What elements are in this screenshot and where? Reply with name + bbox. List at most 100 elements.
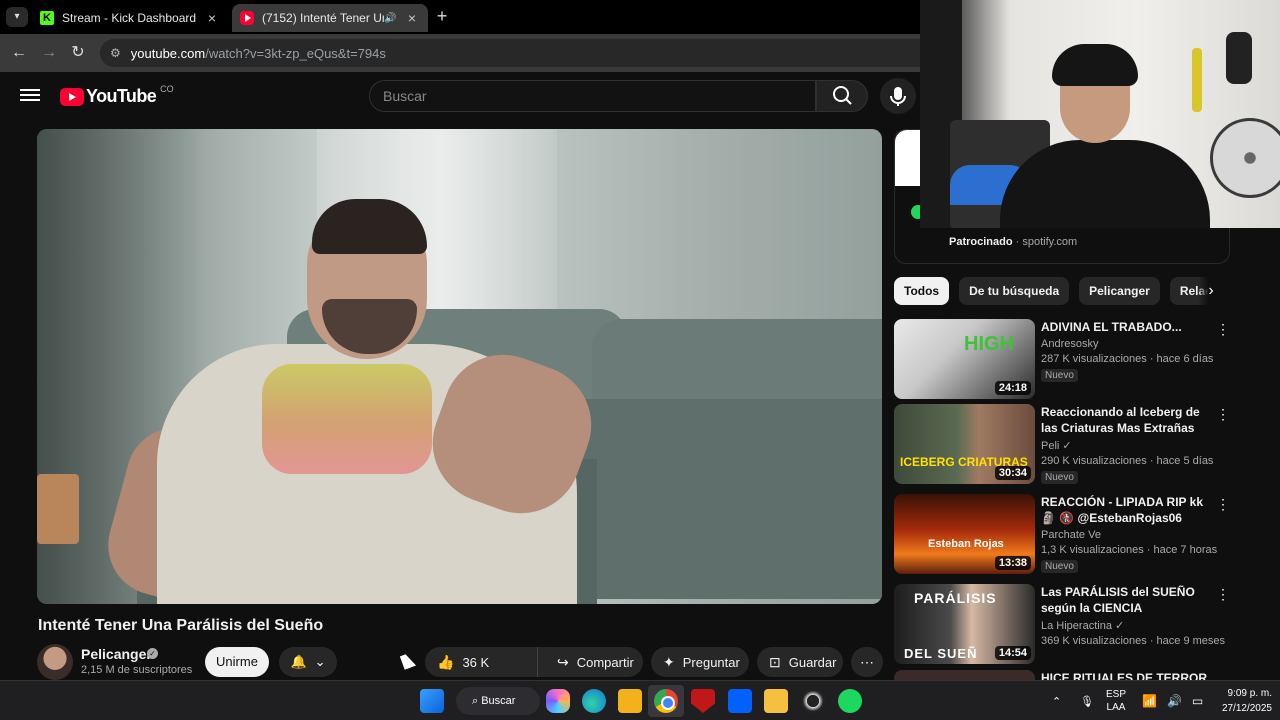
more-vertical-icon[interactable]: ⋮	[1216, 586, 1230, 603]
recommendation-channel[interactable]: Parchate Ve	[1041, 529, 1211, 541]
ad-sponsor-line: Patrocinado · spotify.com	[949, 236, 1078, 248]
recommendation-item[interactable]: HICE RITUALES DE TERROR A	[894, 670, 1230, 680]
like-button[interactable]: 👍 36 K	[425, 647, 537, 677]
reload-button[interactable]: ↻	[67, 42, 89, 64]
ask-button[interactable]: ✦ Preguntar	[651, 647, 749, 677]
video-frame-sofa	[567, 399, 882, 599]
join-button[interactable]: Unirme	[205, 647, 269, 677]
duration-badge: 30:34	[994, 466, 1031, 480]
chevron-up-icon[interactable]: ⌃	[1052, 681, 1061, 720]
file-explorer-icon[interactable]	[764, 689, 788, 713]
close-tab-icon[interactable]: ×	[204, 10, 220, 26]
mcafee-icon[interactable]	[691, 689, 715, 713]
thumbnail-text: DEL SUEÑ	[904, 646, 978, 661]
video-thumbnail[interactable]: ICEBERG CRIATURAS 30:34	[894, 404, 1035, 484]
search-icon	[833, 86, 852, 105]
recommendation-channel[interactable]: La Hiperactina ✓	[1041, 619, 1211, 632]
video-owner-row: Pelicanger ✓ 2,15 M de suscriptores Unir…	[37, 644, 883, 680]
sparkle-icon: ✦	[663, 653, 675, 670]
spotify-icon[interactable]	[838, 689, 862, 713]
channel-name[interactable]: Pelicanger	[81, 646, 152, 662]
more-vertical-icon[interactable]: ⋮	[1216, 321, 1230, 338]
save-button[interactable]: ⊡ Guardar	[757, 647, 843, 677]
share-button[interactable]: ↪ Compartir	[545, 647, 643, 677]
address-bar[interactable]: ⚙ youtube.com/watch?v=3kt-zp_eQus&t=794s	[100, 39, 920, 67]
video-thumbnail[interactable]: HIGH 24:18	[894, 319, 1035, 399]
recommendation-channel[interactable]: Andresosky	[1041, 338, 1211, 350]
url-path: /watch?v=3kt-zp_eQus&t=794s	[205, 45, 386, 61]
recommendation-title[interactable]: ADIVINA EL TRABADO...	[1041, 319, 1211, 335]
video-thumbnail[interactable]: Esteban Rojas 13:38	[894, 494, 1035, 574]
recommendation-meta: Las PARÁLISIS del SUEÑO según la CIENCIA…	[1041, 584, 1225, 647]
tab-title: (7152) Intenté Tener Una Pa	[262, 11, 384, 25]
recommendation-channel[interactable]: Peli ✓	[1041, 439, 1211, 452]
input-language[interactable]: ESP LAA	[1106, 681, 1126, 720]
taskbar: ⌕ Buscar ⌃ 🎙 ESP LAA 📶 🔊 ▭ 9:09 p. m. 27…	[0, 680, 1280, 720]
tab-youtube-video[interactable]: (7152) Intenté Tener Una Pa 🔊 ×	[232, 4, 428, 32]
webcam-backpack	[1226, 32, 1252, 84]
speaker-icon[interactable]: 🔊	[384, 13, 400, 24]
search-input[interactable]: Buscar	[369, 80, 816, 112]
chevron-right-icon[interactable]: ›	[1198, 277, 1224, 305]
menu-icon[interactable]	[20, 86, 40, 106]
video-thumbnail[interactable]	[894, 670, 1035, 680]
new-badge: Nuevo	[1041, 560, 1078, 573]
more-vertical-icon[interactable]: ⋮	[1216, 406, 1230, 423]
video-thumbnail[interactable]: PARÁLISIS DEL SUEÑ 14:54	[894, 584, 1035, 664]
clock-date: 27/12/2025	[1221, 703, 1272, 714]
channel-avatar[interactable]	[37, 644, 73, 680]
chevron-down-icon: ⌄	[314, 654, 326, 669]
video-frame-cup	[37, 474, 79, 544]
voice-search-button[interactable]	[880, 78, 916, 114]
subscriber-count: 2,15 M de suscriptores	[81, 664, 193, 676]
store-icon[interactable]	[618, 689, 642, 713]
taskbar-search[interactable]: ⌕ Buscar	[456, 687, 540, 715]
chip-todos[interactable]: Todos	[894, 277, 950, 305]
recommendation-item[interactable]: HIGH 24:18 ADIVINA EL TRABADO... Andreso…	[894, 319, 1230, 399]
tab-title: Stream - Kick Dashboard	[62, 11, 197, 25]
browser-tab-bar: ▾ K Stream - Kick Dashboard × (7152) Int…	[0, 0, 920, 34]
filter-chips: Todos De tu búsqueda Pelicanger Relac	[894, 277, 1230, 305]
chip-de-tu-busqueda[interactable]: De tu búsqueda	[959, 277, 1070, 305]
recommendation-meta: Reaccionando al Iceberg de las Criaturas…	[1041, 404, 1213, 485]
recommendation-title[interactable]: Las PARÁLISIS del SUEÑO según la CIENCIA	[1041, 584, 1211, 616]
chip-pelicanger[interactable]: Pelicanger	[1079, 277, 1160, 305]
forward-button[interactable]: →	[38, 42, 60, 64]
site-info-icon[interactable]: ⚙	[110, 46, 121, 60]
microphone-icon[interactable]: 🎙	[1080, 681, 1094, 720]
recommendation-title[interactable]: HICE RITUALES DE TERROR A	[1041, 670, 1211, 680]
copilot-icon[interactable]	[546, 689, 570, 713]
obs-icon[interactable]	[801, 689, 825, 713]
clock[interactable]: 9:09 p. m. 27/12/2025	[1206, 686, 1272, 716]
dropbox-icon[interactable]	[728, 689, 752, 713]
recommendation-title[interactable]: REACCIÓN - LIPIADA RIP kk 🗿 🚷 @EstebanRo…	[1041, 494, 1211, 526]
video-frame-shirt-print	[262, 364, 432, 474]
system-tray[interactable]: 📶 🔊 ▭	[1142, 681, 1203, 720]
recommendation-meta: ADIVINA EL TRABADO... Andresosky 287 K v…	[1041, 319, 1213, 383]
search-button[interactable]	[816, 80, 868, 112]
back-button[interactable]: ←	[8, 42, 30, 64]
more-vertical-icon[interactable]: ⋮	[1216, 496, 1230, 513]
chrome-icon[interactable]	[654, 689, 678, 713]
recommendation-item[interactable]: Esteban Rojas 13:38 REACCIÓN - LIPIADA R…	[894, 494, 1230, 574]
recommendation-item[interactable]: PARÁLISIS DEL SUEÑ 14:54 Las PARÁLISIS d…	[894, 584, 1230, 664]
duration-badge: 24:18	[994, 381, 1031, 395]
edge-icon[interactable]	[582, 689, 606, 713]
notifications-button[interactable]: 🔔 ⌄	[279, 647, 337, 677]
verified-icon: ✓	[1062, 440, 1072, 452]
more-actions-button[interactable]: ⋯	[851, 647, 883, 677]
bookmark-icon: ⊡	[769, 653, 781, 670]
country-code: CO	[160, 83, 174, 94]
webcam-hanging-cloth	[1192, 48, 1202, 112]
tab-kick-dashboard[interactable]: K Stream - Kick Dashboard ×	[32, 4, 228, 32]
verified-icon: ✓	[147, 648, 158, 659]
new-tab-button[interactable]: +	[432, 6, 452, 26]
recommendation-title[interactable]: Reaccionando al Iceberg de las Criaturas…	[1041, 404, 1211, 436]
save-label: Guardar	[788, 654, 837, 670]
recommendation-item[interactable]: ICEBERG CRIATURAS 30:34 Reaccionando al …	[894, 404, 1230, 484]
close-tab-icon[interactable]: ×	[404, 10, 420, 26]
tab-search-button[interactable]: ▾	[6, 7, 28, 27]
video-player[interactable]	[37, 129, 882, 604]
windows-start-icon[interactable]	[420, 689, 444, 713]
youtube-logo[interactable]: YouTube CO	[60, 83, 174, 107]
